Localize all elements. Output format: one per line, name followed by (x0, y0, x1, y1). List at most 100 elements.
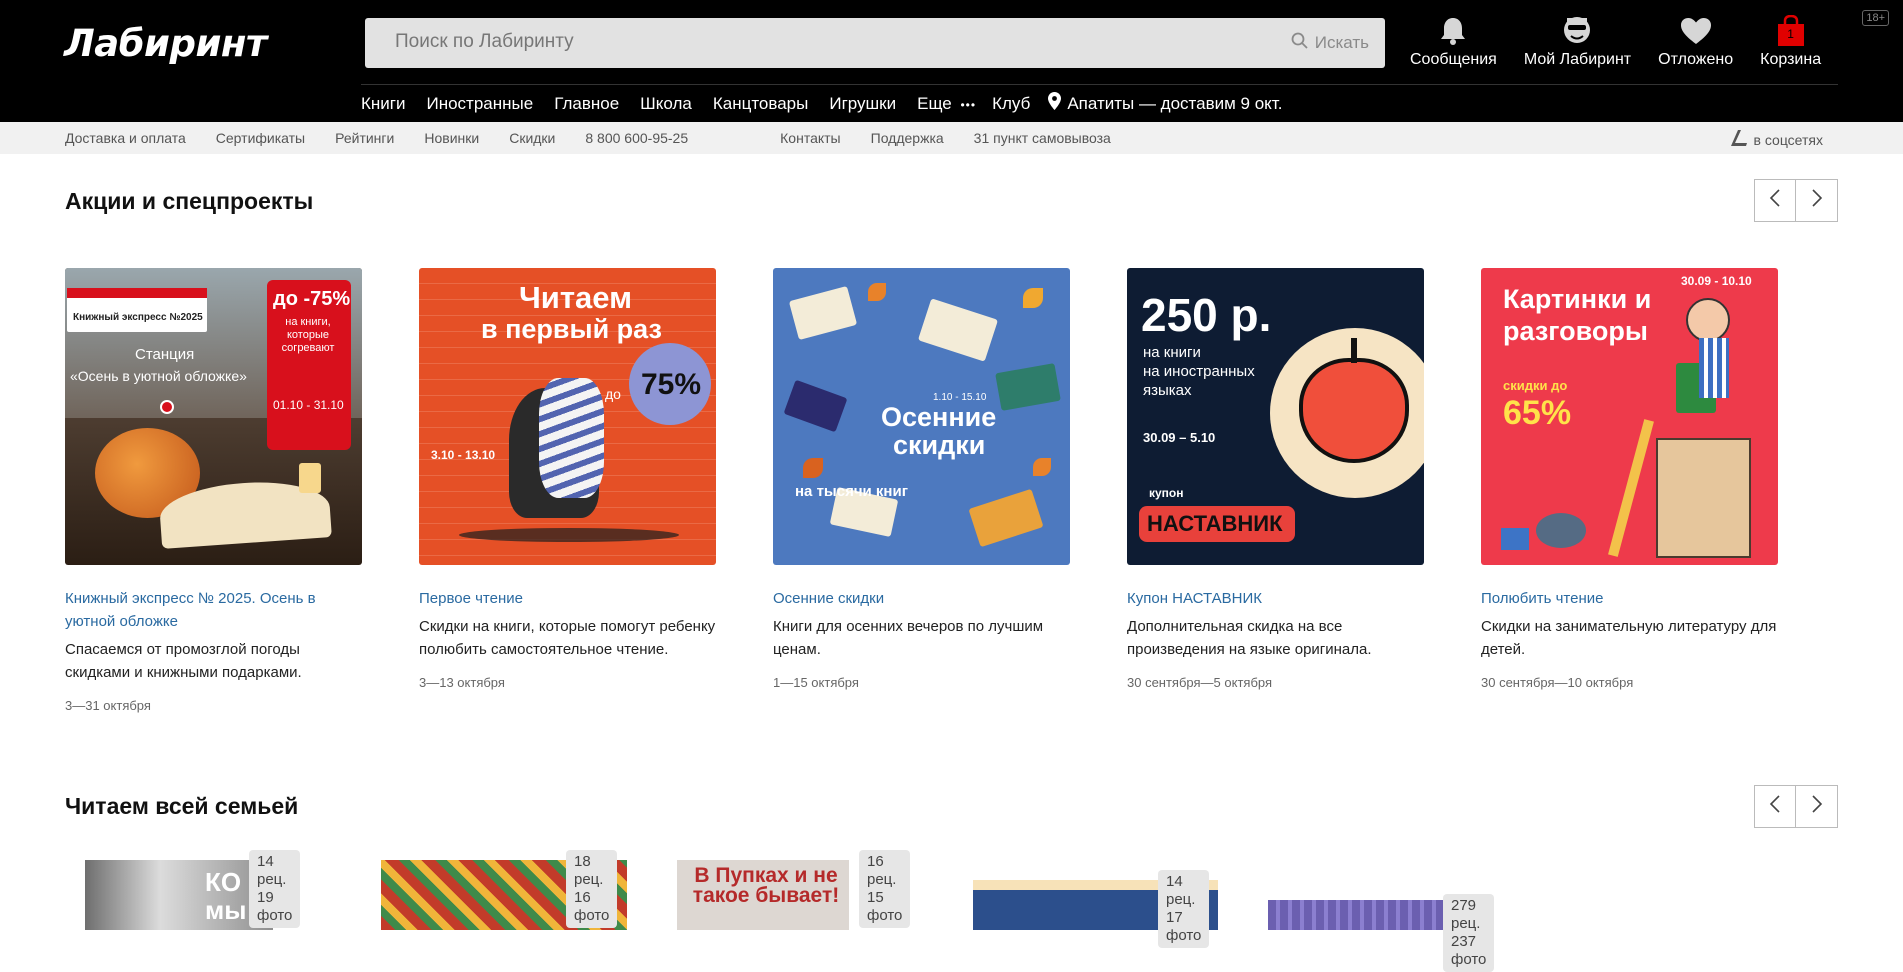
promo-description: Скидки на занимательную литературу для д… (1481, 618, 1777, 658)
sublink-pickup-points[interactable]: 31 пункт самовывоза (974, 130, 1111, 146)
sublink-certificates[interactable]: Сертификаты (216, 130, 305, 146)
sublink-discounts[interactable]: Скидки (509, 130, 555, 146)
promo-image-text: Книжный экспресс №2025 (73, 312, 203, 323)
promo-description: Книги для осенних вечеров по лучшим цена… (773, 618, 1044, 658)
sublink-new[interactable]: Новинки (424, 130, 479, 146)
cart-count: 1 (1787, 27, 1794, 41)
book-stats-badge: 18 рец. 16 фото (566, 850, 618, 928)
family-prev-button[interactable] (1754, 785, 1796, 828)
promo-date: 30 сентября—10 октября (1481, 675, 1634, 690)
photo-count: 237 фото (1451, 933, 1487, 968)
book-cover[interactable] (1268, 900, 1448, 930)
promo-image-first-reading[interactable]: Читаем в первый раз до 75% 3.10 - 13.10 (419, 268, 716, 565)
promos-section-title: Акции и спецпроекты (65, 188, 314, 214)
location-text: Апатиты — доставим 9 окт. (1067, 93, 1283, 113)
nav-item-more[interactable]: Еще ••• (917, 94, 976, 114)
promo-image-text: языках (1143, 382, 1192, 399)
promo-image-mentor-coupon[interactable]: 250 р. на книги на иностранных языках 30… (1127, 268, 1424, 565)
nav-item-main[interactable]: Главное (554, 94, 619, 114)
promo-image-text: 3.10 - 13.10 (431, 448, 496, 462)
wishlist-button[interactable]: Отложено (1658, 14, 1733, 69)
sublink-support[interactable]: Поддержка (871, 130, 944, 146)
site-logo[interactable]: Лабиринт (64, 22, 267, 65)
promo-title[interactable]: Первое чтение (419, 587, 716, 610)
sublink-delivery[interactable]: Доставка и оплата (65, 130, 186, 146)
promo-title[interactable]: Осенние скидки (773, 587, 1070, 610)
promo-image-text: купон (1149, 486, 1184, 500)
my-labirint-button[interactable]: Мой Лабиринт (1524, 14, 1631, 69)
labirint-mark-icon (1730, 129, 1748, 150)
promo-title[interactable]: Полюбить чтение (1481, 587, 1778, 610)
photo-count: 17 фото (1166, 909, 1202, 944)
secondary-bar: Доставка и оплата Сертификаты Рейтинги Н… (0, 122, 1903, 154)
promo-image-text: «Осень в уютной обложке» (70, 368, 247, 384)
promo-description: Спасаемся от промозглой погоды скидками … (65, 641, 302, 681)
bag-icon: 1 (1774, 14, 1808, 48)
promo-image-text: до -75% (273, 288, 351, 310)
review-count: 14 рец. (257, 853, 287, 888)
cart-button[interactable]: 1 Корзина (1760, 14, 1821, 69)
user-icon (1560, 14, 1594, 48)
nav-item-stationery[interactable]: Канцтовары (713, 94, 809, 114)
promos-carousel-controls (1754, 179, 1838, 222)
promo-date: 30 сентября—5 октября (1127, 675, 1273, 690)
promo-image-text: на иностранных (1143, 363, 1255, 380)
sublink-contacts[interactable]: Контакты (780, 130, 840, 146)
promo-image-text: на тысячи книг (795, 483, 908, 500)
promo-image-text: 75% (641, 368, 702, 401)
social-label: в соцсетях (1753, 131, 1823, 148)
review-count: 14 рец. (1166, 873, 1196, 908)
promo-title[interactable]: Купон НАСТАВНИК (1127, 587, 1424, 610)
book-stats-badge: 279 рец. 237 фото (1443, 894, 1495, 972)
nav-item-club[interactable]: Клуб (992, 94, 1030, 114)
nav-item-books[interactable]: Книги (361, 94, 405, 114)
promo-image-love-reading[interactable]: 30.09 - 10.10 Картинки и разговоры скидк… (1481, 268, 1778, 565)
search-button[interactable]: Искать (1291, 32, 1369, 54)
messages-button[interactable]: Сообщения (1410, 14, 1497, 69)
book-stats-badge: 14 рец. 19 фото (249, 850, 301, 928)
my-labirint-label: Мой Лабиринт (1523, 51, 1632, 68)
nav-divider (361, 84, 1838, 85)
promo-image-book-express[interactable]: Книжный экспресс №2025 Станция «Осень в … (65, 268, 362, 565)
promo-image-text: 01.10 - 31.10 (273, 398, 344, 412)
promo-title[interactable]: Книжный экспресс № 2025. Осень в уютной … (65, 587, 362, 633)
promo-image-text: разговоры (1503, 316, 1648, 346)
wishlist-label: Отложено (1658, 51, 1734, 68)
promo-card: 1.10 - 15.10 Осенние скидки на тысячи кн… (773, 268, 1070, 713)
promo-description: Дополнительная скидка на все произведени… (1127, 618, 1372, 658)
promo-date: 3—13 октября (419, 675, 505, 690)
map-pin-icon (1048, 92, 1062, 115)
review-count: 18 рец. (574, 853, 604, 888)
promo-description: Скидки на книги, которые помогут ребенку… (419, 618, 716, 658)
promo-image-text: Осенние (881, 402, 997, 432)
nav-item-toys[interactable]: Игрушки (829, 94, 896, 114)
nav-more-label: Еще (917, 93, 952, 113)
promo-card: 30.09 - 10.10 Картинки и разговоры скидк… (1481, 268, 1778, 713)
promo-image-text: Станция (135, 346, 195, 363)
nav-item-foreign[interactable]: Иностранные (426, 94, 533, 114)
book-cover[interactable]: В Пупках и не такое бывает! (677, 860, 849, 930)
promo-image-text: скидки до (1503, 378, 1568, 393)
promo-image-text: НАСТАВНИК (1147, 511, 1283, 536)
search-input[interactable] (395, 31, 1255, 53)
family-books-list: КО мы 14 рец. 19 фото 18 рец. 16 фото В … (65, 850, 1565, 972)
promo-image-autumn-sale[interactable]: 1.10 - 15.10 Осенние скидки на тысячи кн… (773, 268, 1070, 565)
family-next-button[interactable] (1796, 785, 1838, 828)
search-bar: Искать (365, 18, 1385, 68)
promos-prev-button[interactable] (1754, 179, 1796, 222)
nav-item-school[interactable]: Школа (640, 94, 692, 114)
photo-count: 19 фото (257, 889, 293, 924)
location-selector[interactable]: Апатиты — доставим 9 окт. (1048, 92, 1282, 115)
main-nav: Книги Иностранные Главное Школа Канцтова… (361, 92, 1282, 115)
promos-next-button[interactable] (1796, 179, 1838, 222)
book-stats-badge: 14 рец. 17 фото (1158, 870, 1210, 948)
book-cover-text: В Пупках и не такое бывает! (692, 864, 840, 907)
more-dots-icon: ••• (960, 97, 977, 112)
promo-image-text: Картинки и (1503, 284, 1652, 314)
book-cover[interactable]: КО мы (85, 860, 273, 930)
family-section-title: Читаем всей семьей (65, 793, 299, 819)
sublink-ratings[interactable]: Рейтинги (335, 130, 394, 146)
phone-number[interactable]: 8 800 600-95-25 (585, 130, 688, 146)
social-link[interactable]: в соцсетях (1730, 129, 1823, 150)
promo-image-text: на книги, которые согревают (281, 316, 335, 354)
